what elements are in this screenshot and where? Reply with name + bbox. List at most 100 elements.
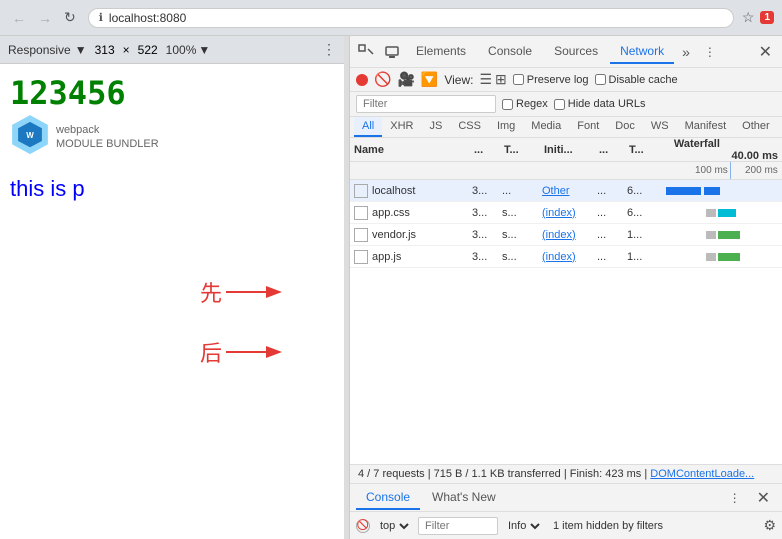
type-tab-ws[interactable]: WS	[643, 117, 677, 137]
console-dots-button[interactable]: ⋮	[723, 487, 747, 509]
type-tab-doc[interactable]: Doc	[607, 117, 643, 137]
tab-sources[interactable]: Sources	[544, 40, 608, 64]
back-button[interactable]: ←	[8, 7, 30, 28]
arrow-right-icon-2	[226, 342, 286, 362]
hide-urls-checkbox[interactable]	[554, 99, 565, 110]
address-bar[interactable]: ℹ localhost:8080	[88, 8, 734, 28]
webpack-label-line1: webpack	[56, 123, 159, 137]
row-type: ...	[502, 185, 542, 197]
tab-console-bottom[interactable]: Console	[356, 486, 420, 510]
devtools-tabs: Elements Console Sources Network » ⋮ ✕	[350, 36, 782, 68]
context-selector[interactable]: top	[376, 519, 412, 533]
row-waterfall	[662, 229, 778, 241]
reload-button[interactable]: ↻	[60, 7, 80, 28]
ruler-mark-200: 200 ms	[745, 165, 778, 176]
waterfall-bar-2	[718, 209, 736, 217]
filter-button[interactable]: 🔽	[421, 71, 438, 88]
col-header-dot1[interactable]: ...	[474, 144, 504, 156]
type-tab-xhr[interactable]: XHR	[382, 117, 421, 137]
clear-button[interactable]: 🚫	[374, 71, 391, 88]
record-button[interactable]	[356, 74, 368, 86]
type-tab-font[interactable]: Font	[569, 117, 607, 137]
waterfall-bar-1	[666, 187, 701, 195]
row-time: 6...	[627, 207, 662, 219]
log-level-selector[interactable]: Info	[504, 519, 543, 533]
disable-cache-label[interactable]: Disable cache	[595, 74, 678, 86]
screenshot-button[interactable]: 🎥	[397, 71, 414, 88]
more-options-icon[interactable]: ⋮	[322, 41, 336, 58]
type-tab-css[interactable]: CSS	[450, 117, 489, 137]
filter-bar: Regex Hide data URLs	[350, 92, 782, 117]
row-initiator[interactable]: (index)	[542, 207, 597, 219]
type-tab-img[interactable]: Img	[489, 117, 523, 137]
star-icon[interactable]: ☆	[742, 9, 755, 26]
col-header-time[interactable]: T...	[629, 144, 664, 156]
col-header-type[interactable]: T...	[504, 144, 544, 156]
row-initiator[interactable]: (index)	[542, 229, 597, 241]
console-close-button[interactable]: ✕	[751, 486, 776, 510]
row-initiator[interactable]: (index)	[542, 251, 597, 263]
col-header-name[interactable]: Name	[354, 144, 474, 156]
preserve-log-checkbox[interactable]	[513, 74, 524, 85]
list-view-button[interactable]: ☰	[479, 71, 492, 88]
row-time: 6...	[627, 185, 662, 197]
tab-console[interactable]: Console	[478, 40, 542, 64]
console-tabs: Console What's New ⋮ ✕	[350, 484, 782, 512]
more-tabs-button[interactable]: »	[676, 40, 696, 64]
hidden-items-text: 1 item hidden by filters	[553, 520, 663, 532]
extension-badge[interactable]: 1	[760, 11, 774, 24]
row-status: 3...	[472, 251, 502, 263]
dimension-separator: ×	[123, 43, 130, 57]
preserve-log-label[interactable]: Preserve log	[513, 74, 589, 86]
col-header-init[interactable]: Initi...	[544, 144, 599, 156]
tab-elements[interactable]: Elements	[406, 40, 476, 64]
console-settings-icon[interactable]: ⚙	[763, 517, 776, 534]
page-content: Responsive ▼ 313 × 522 100% ▼ ⋮ 123456 W	[0, 36, 345, 539]
inspect-element-button[interactable]	[354, 42, 378, 62]
type-tab-manifest[interactable]: Manifest	[677, 117, 735, 137]
browser-bar: ← → ↻ ℹ localhost:8080 ☆ 1	[0, 0, 782, 36]
type-tab-js[interactable]: JS	[421, 117, 450, 137]
devtools-menu-button[interactable]: ⋮	[698, 41, 722, 63]
row-waterfall	[662, 207, 778, 219]
devtools-close-button[interactable]: ✕	[753, 40, 778, 64]
console-filter-input[interactable]	[418, 517, 498, 535]
disable-cache-checkbox[interactable]	[595, 74, 606, 85]
forward-button[interactable]: →	[34, 7, 56, 28]
type-tab-media[interactable]: Media	[523, 117, 569, 137]
device-selector[interactable]: Responsive ▼	[8, 43, 87, 57]
regex-checkbox[interactable]	[502, 99, 513, 110]
table-row[interactable]: app.css 3... s... (index) ... 6...	[350, 202, 782, 224]
col-header-dot2[interactable]: ...	[599, 144, 629, 156]
network-status-bar: 4 / 7 requests | 715 B / 1.1 KB transfer…	[350, 464, 782, 483]
status-text: 4 / 7 requests | 715 B / 1.1 KB transfer…	[358, 468, 650, 480]
clear-console-button[interactable]: 🚫	[356, 519, 370, 533]
table-row[interactable]: vendor.js 3... s... (index) ... 1...	[350, 224, 782, 246]
arrow-1: 先	[200, 276, 286, 308]
zoom-control[interactable]: 100% ▼	[166, 43, 211, 57]
table-row[interactable]: app.js 3... s... (index) ... 1...	[350, 246, 782, 268]
webpack-label-line2: MODULE BUNDLER	[56, 137, 159, 151]
hide-urls-label[interactable]: Hide data URLs	[554, 98, 646, 110]
tab-network[interactable]: Network	[610, 40, 674, 64]
filter-input[interactable]	[356, 95, 496, 113]
regex-label[interactable]: Regex	[502, 98, 548, 110]
waterfall-bar-1	[706, 253, 716, 261]
row-initiator[interactable]: Other	[542, 185, 597, 197]
row-status: 3...	[472, 229, 502, 241]
row-type: s...	[502, 251, 542, 263]
webpack-logo: W webpack MODULE BUNDLER	[10, 114, 334, 160]
type-tab-other[interactable]: Other	[734, 117, 778, 137]
waterfall-bar-2	[718, 253, 740, 261]
devtools-panel: Elements Console Sources Network » ⋮ ✕ 🚫…	[349, 36, 782, 539]
device-mode-button[interactable]	[380, 42, 404, 62]
type-tab-all[interactable]: All	[354, 117, 382, 137]
timeline-ruler: 100 ms 200 ms 300 ms 400 ms 500 ms	[350, 162, 782, 180]
group-view-button[interactable]: ⊞	[495, 71, 507, 88]
row-status: 3...	[472, 207, 502, 219]
domcontentloaded-link[interactable]: DOMContentLoade...	[650, 468, 754, 480]
browser-actions: ☆ 1	[742, 9, 774, 26]
table-row[interactable]: localhost 3... ... Other ... 6...	[350, 180, 782, 202]
tab-whats-new[interactable]: What's New	[422, 486, 506, 510]
console-panel: Console What's New ⋮ ✕ 🚫 top Info 1 item…	[350, 483, 782, 539]
